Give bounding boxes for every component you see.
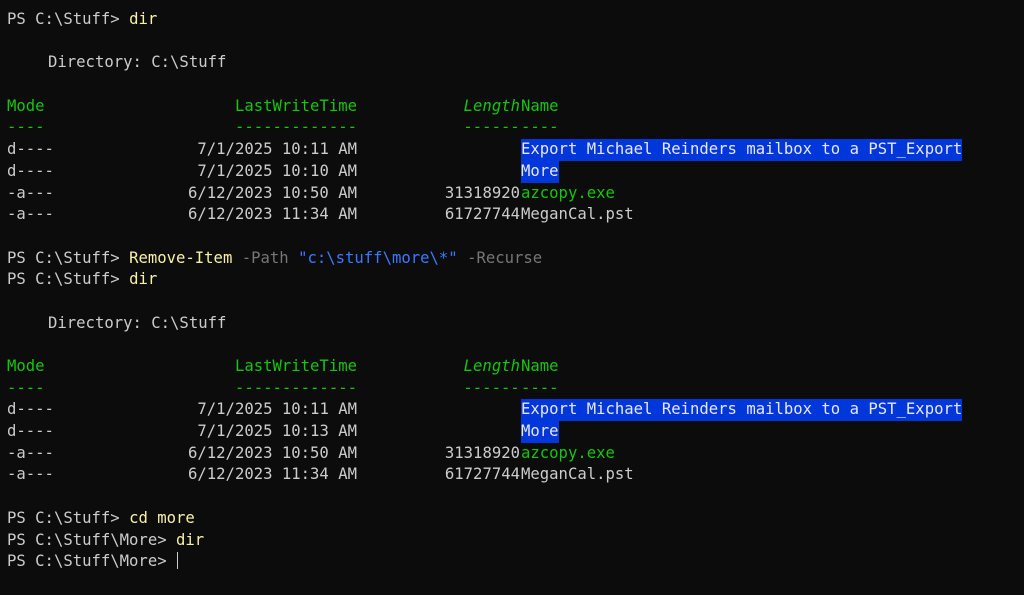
prompt-line: PS C:\Stuff> dir	[7, 9, 1017, 31]
prompt-line: PS C:\Stuff\More> dir	[7, 530, 1017, 552]
row-mode: -a---	[7, 443, 54, 462]
row-mode: d----	[7, 400, 54, 419]
listing-row: -a--- 6/12/2023 10:50 AM 31318920 azcopy…	[7, 183, 1017, 205]
header-mode: Mode	[7, 96, 45, 115]
header-mode: Mode	[7, 357, 45, 375]
row-name-directory: More	[521, 160, 559, 183]
row-length: 31318920	[444, 443, 520, 462]
row-time: 7/1/2025 10:13 AM	[197, 422, 357, 441]
row-mode: d----	[7, 161, 54, 180]
row-length: 31318920	[444, 183, 520, 202]
command: dir	[176, 530, 205, 549]
prompt: PS C:\Stuff>	[7, 10, 130, 28]
header-lastwritetime: LastWriteTime	[234, 357, 357, 375]
row-length: 61727744	[444, 465, 520, 484]
row-name-file: MeganCal.pst	[521, 465, 634, 484]
row-length: 61727744	[444, 205, 520, 224]
directory-label: Directory: C:\Stuff	[48, 313, 227, 332]
listing-row: -a--- 6/12/2023 11:34 AM 61727744 MeganC…	[7, 464, 1017, 486]
row-name-directory: Export Michael Reinders mailbox to a PST…	[521, 139, 963, 161]
listing-row: d---- 7/1/2025 10:11 AM Export Michael R…	[7, 139, 1017, 161]
row-time: 6/12/2023 10:50 AM	[188, 443, 357, 462]
row-time: 6/12/2023 10:50 AM	[188, 183, 357, 202]
text-cursor	[177, 552, 178, 570]
listing-header: Mode LastWriteTime Length Name	[7, 356, 1017, 378]
command: cd more	[129, 508, 195, 527]
listing-row: -a--- 6/12/2023 10:50 AM 31318920 azcopy…	[7, 443, 1017, 465]
terminal-output[interactable]: PS C:\Stuff> dir Directory: C:\Stuff Mod…	[7, 9, 1017, 573]
command-parameter: -Path	[241, 248, 289, 267]
prompt-line: PS C:\Stuff> cd more	[7, 508, 1017, 530]
prompt: PS C:\Stuff>	[7, 248, 130, 267]
prompt: PS C:\Stuff\More>	[7, 552, 176, 571]
row-mode: d----	[7, 140, 54, 159]
command-cmdlet: Remove-Item	[129, 248, 233, 267]
prompt-line: PS C:\Stuff> dir	[7, 269, 1017, 291]
prompt: PS C:\Stuff>	[7, 508, 130, 527]
row-mode: -a---	[7, 205, 54, 224]
listing-row: d---- 7/1/2025 10:11 AM Export Michael R…	[7, 399, 1017, 422]
prompt: PS C:\Stuff>	[7, 270, 130, 289]
row-mode: -a---	[7, 465, 54, 484]
prompt: PS C:\Stuff\More>	[7, 530, 176, 549]
command-string: "c:\stuff\more\*"	[298, 248, 458, 267]
row-name-file: MeganCal.pst	[521, 205, 634, 224]
row-time: 7/1/2025 10:11 AM	[197, 400, 357, 419]
directory-label: Directory: C:\Stuff	[48, 53, 227, 72]
header-name: Name	[521, 357, 559, 375]
header-length: Length	[463, 96, 520, 115]
command-parameter: -Recurse	[467, 248, 543, 267]
row-time: 7/1/2025 10:11 AM	[197, 140, 357, 159]
listing-header: Mode LastWriteTime Length Name	[7, 96, 1017, 118]
row-name-executable: azcopy.exe	[521, 443, 615, 462]
listing-header-underline: ---- ------------- ------ ----	[7, 378, 559, 397]
row-name-executable: azcopy.exe	[521, 183, 615, 202]
listing-row: -a--- 6/12/2023 11:34 AM 61727744 MeganC…	[7, 204, 1017, 226]
row-time: 7/1/2025 10:10 AM	[197, 161, 357, 180]
row-time: 6/12/2023 11:34 AM	[188, 205, 357, 224]
row-mode: d----	[7, 422, 54, 441]
row-name-directory: More	[521, 421, 559, 443]
current-prompt-line[interactable]: PS C:\Stuff\More>	[7, 551, 1017, 573]
command: dir	[129, 10, 158, 28]
header-name: Name	[521, 96, 559, 115]
header-length: Length	[463, 357, 520, 375]
row-name-directory: Export Michael Reinders mailbox to a PST…	[521, 399, 963, 422]
header-lastwritetime: LastWriteTime	[234, 96, 357, 115]
listing-row: d---- 7/1/2025 10:10 AM More	[7, 160, 1017, 183]
listing-row: d---- 7/1/2025 10:13 AM More	[7, 421, 1017, 443]
prompt-line: PS C:\Stuff> Remove-Item -Path "c:\stuff…	[7, 248, 1017, 270]
row-time: 6/12/2023 11:34 AM	[188, 465, 357, 484]
row-mode: -a---	[7, 183, 54, 202]
listing-header-underline: ---- ------------- ------ ----	[7, 118, 559, 137]
command: dir	[129, 270, 158, 289]
